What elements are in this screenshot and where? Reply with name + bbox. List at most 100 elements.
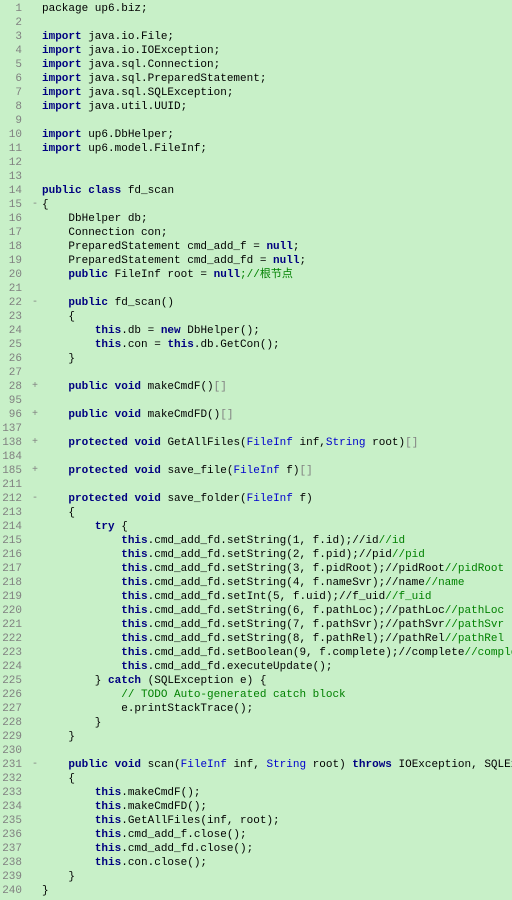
code-line: 219 this.cmd_add_fd.setInt(5, f.uid);//f…	[0, 590, 512, 604]
line-number: 227	[0, 702, 28, 716]
line-number: 223	[0, 646, 28, 660]
code-content: protected void save_folder(FileInf f)	[42, 492, 512, 506]
code-content: }	[42, 884, 512, 898]
line-number: 25	[0, 338, 28, 352]
code-content: public class fd_scan	[42, 184, 512, 198]
code-line: 224 this.cmd_add_fd.executeUpdate();	[0, 660, 512, 674]
code-content: this.cmd_add_fd.close();	[42, 842, 512, 856]
code-content: } catch (SQLException e) {	[42, 674, 512, 688]
code-content: }	[42, 716, 512, 730]
code-line: 26 }	[0, 352, 512, 366]
line-number: 10	[0, 128, 28, 142]
line-number: 220	[0, 604, 28, 618]
code-line: 96+ public void makeCmdFD()[]	[0, 408, 512, 422]
code-line: 212- protected void save_folder(FileInf …	[0, 492, 512, 506]
code-line: 235 this.GetAllFiles(inf, root);	[0, 814, 512, 828]
line-number: 216	[0, 548, 28, 562]
code-content: public FileInf root = null;//根节点	[42, 268, 512, 282]
line-number: 2	[0, 16, 28, 30]
code-content: public fd_scan()	[42, 296, 512, 310]
line-number: 26	[0, 352, 28, 366]
code-content: this.con.close();	[42, 856, 512, 870]
code-line: 18 PreparedStatement cmd_add_f = null;	[0, 240, 512, 254]
code-line: 234 this.makeCmdFD();	[0, 800, 512, 814]
code-content: PreparedStatement cmd_add_f = null;	[42, 240, 512, 254]
line-number: 23	[0, 310, 28, 324]
code-line: 217 this.cmd_add_fd.setString(3, f.pidRo…	[0, 562, 512, 576]
fold-indicator[interactable]: -	[28, 492, 42, 506]
code-content	[42, 450, 512, 464]
fold-indicator[interactable]: -	[28, 198, 42, 212]
line-number: 184	[0, 450, 28, 464]
fold-indicator[interactable]: +	[28, 380, 42, 394]
fold-indicator[interactable]: +	[28, 436, 42, 450]
code-line: 3 import java.io.File;	[0, 30, 512, 44]
code-line: 95	[0, 394, 512, 408]
code-line: 230	[0, 744, 512, 758]
code-line: 13	[0, 170, 512, 184]
line-number: 6	[0, 72, 28, 86]
line-number: 7	[0, 86, 28, 100]
line-number: 234	[0, 800, 28, 814]
line-number: 228	[0, 716, 28, 730]
code-content: public void makeCmdF()[]	[42, 380, 512, 394]
code-line: 7 import java.sql.SQLException;	[0, 86, 512, 100]
code-content	[42, 366, 512, 380]
code-content: package up6.biz;	[42, 2, 512, 16]
line-number: 213	[0, 506, 28, 520]
line-number: 96	[0, 408, 28, 422]
code-content: import java.util.UUID;	[42, 100, 512, 114]
line-number: 13	[0, 170, 28, 184]
fold-indicator[interactable]: -	[28, 758, 42, 772]
code-line: 220 this.cmd_add_fd.setString(6, f.pathL…	[0, 604, 512, 618]
code-content: }	[42, 352, 512, 366]
code-line: 185+ protected void save_file(FileInf f)…	[0, 464, 512, 478]
line-number: 14	[0, 184, 28, 198]
line-number: 15	[0, 198, 28, 212]
line-number: 233	[0, 786, 28, 800]
code-line: 27	[0, 366, 512, 380]
code-line: 214 try {	[0, 520, 512, 534]
code-line: 184	[0, 450, 512, 464]
code-content: e.printStackTrace();	[42, 702, 512, 716]
code-line: 228 }	[0, 716, 512, 730]
code-line: 9	[0, 114, 512, 128]
line-number: 185	[0, 464, 28, 478]
fold-indicator[interactable]: +	[28, 464, 42, 478]
line-number: 240	[0, 884, 28, 898]
line-number: 9	[0, 114, 28, 128]
code-line: 15-{	[0, 198, 512, 212]
code-content: this.cmd_add_f.close();	[42, 828, 512, 842]
code-content	[42, 282, 512, 296]
code-line: 232 {	[0, 772, 512, 786]
code-content: import up6.model.FileInf;	[42, 142, 512, 156]
line-number: 219	[0, 590, 28, 604]
code-line: 19 PreparedStatement cmd_add_fd = null;	[0, 254, 512, 268]
code-content: // TODO Auto-generated catch block	[42, 688, 512, 702]
code-content: this.db = new DbHelper();	[42, 324, 512, 338]
code-line: 25 this.con = this.db.GetCon();	[0, 338, 512, 352]
code-content: import java.io.File;	[42, 30, 512, 44]
line-number: 3	[0, 30, 28, 44]
line-number: 18	[0, 240, 28, 254]
code-content: protected void GetAllFiles(FileInf inf,S…	[42, 436, 512, 450]
line-number: 218	[0, 576, 28, 590]
code-content: import java.io.IOException;	[42, 44, 512, 58]
line-number: 230	[0, 744, 28, 758]
code-content: this.cmd_add_fd.setString(3, f.pidRoot);…	[42, 562, 512, 576]
code-content: PreparedStatement cmd_add_fd = null;	[42, 254, 512, 268]
code-line: 8 import java.util.UUID;	[0, 100, 512, 114]
code-line: 227 e.printStackTrace();	[0, 702, 512, 716]
code-line: 226 // TODO Auto-generated catch block	[0, 688, 512, 702]
code-content: this.cmd_add_fd.setBoolean(9, f.complete…	[42, 646, 512, 660]
line-number: 19	[0, 254, 28, 268]
line-number: 17	[0, 226, 28, 240]
code-content: this.con = this.db.GetCon();	[42, 338, 512, 352]
line-number: 11	[0, 142, 28, 156]
line-number: 236	[0, 828, 28, 842]
code-line: 6 import java.sql.PreparedStatement;	[0, 72, 512, 86]
code-content: try {	[42, 520, 512, 534]
line-number: 28	[0, 380, 28, 394]
fold-indicator[interactable]: +	[28, 408, 42, 422]
fold-indicator[interactable]: -	[28, 296, 42, 310]
